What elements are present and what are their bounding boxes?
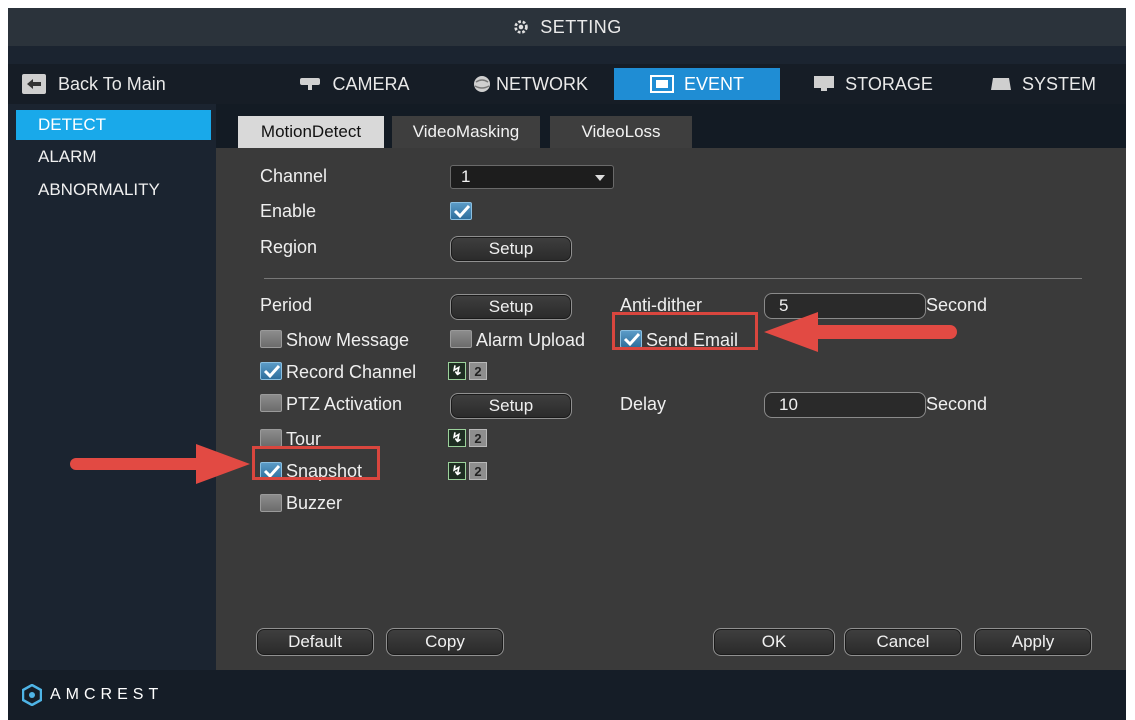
tour-checkbox[interactable] (260, 429, 282, 447)
record-channel-checkbox[interactable] (260, 362, 282, 380)
channel-2-symbol: 2 (474, 430, 482, 446)
tab-video-masking[interactable]: VideoMasking (392, 116, 540, 148)
record-channel-2-toggle[interactable]: 2 (469, 362, 487, 380)
ptz-setup-button[interactable]: Setup (450, 393, 572, 419)
gear-icon (514, 20, 528, 34)
delay-value: 10 (779, 395, 798, 414)
tab-label: EVENT (683, 73, 744, 94)
sidebar-item-label: ALARM (38, 147, 97, 166)
enable-label: Enable (260, 201, 317, 221)
checkmark-icon (453, 204, 471, 219)
channel-select[interactable]: 1 (450, 165, 614, 189)
button-label: OK (761, 632, 787, 651)
back-to-main-button[interactable]: Back To Main (22, 68, 166, 100)
channel-2-symbol: 2 (474, 463, 482, 479)
subtab-label: VideoLoss (581, 122, 661, 141)
globe-icon (472, 74, 492, 94)
monitor-icon (813, 75, 835, 93)
tab-camera[interactable]: CAMERA (270, 68, 440, 100)
tour-channel-2-toggle[interactable]: 2 (469, 429, 487, 447)
tab-motion-detect[interactable]: MotionDetect (238, 116, 384, 148)
enable-checkbox[interactable] (450, 202, 472, 220)
chevron-down-icon (595, 175, 605, 181)
default-button[interactable]: Default (256, 628, 374, 656)
cancel-button[interactable]: Cancel (844, 628, 962, 656)
sidebar-item-abnormality[interactable]: ABNORMALITY (16, 175, 211, 205)
channel-1-symbol: ↯ (451, 463, 463, 478)
tab-label: NETWORK (496, 73, 588, 94)
sidebar-item-alarm[interactable]: ALARM (16, 142, 211, 172)
brand-text: AMCREST (50, 686, 164, 703)
amcrest-logo: AMCREST (22, 684, 163, 706)
channel-2-symbol: 2 (474, 363, 482, 379)
tab-event[interactable]: EVENT (614, 68, 780, 100)
record-channel-label: Record Channel (286, 362, 417, 382)
delay-unit: Second (926, 394, 988, 414)
tab-video-loss[interactable]: VideoLoss (550, 116, 692, 148)
send-email-highlight (612, 312, 758, 350)
button-label: Default (288, 632, 342, 651)
settings-panel: MotionDetect VideoMasking VideoLoss Chan… (216, 104, 1126, 670)
back-arrow-icon (22, 74, 46, 94)
alarm-upload-label: Alarm Upload (476, 330, 586, 350)
sidebar-item-label: ABNORMALITY (38, 180, 160, 199)
button-label: Copy (425, 632, 465, 651)
tab-label: STORAGE (845, 73, 933, 94)
dvr-screen: SETTING Back To Main CAMERA NETWORK EVEN… (8, 8, 1126, 720)
ptz-activation-label: PTZ Activation (286, 394, 403, 414)
snapshot-channel-1-toggle[interactable]: ↯ (448, 462, 466, 480)
button-label: Cancel (876, 632, 930, 651)
show-message-label: Show Message (286, 330, 410, 350)
button-label: Setup (488, 297, 534, 316)
channel-1-symbol: ↯ (451, 430, 463, 445)
channel-value: 1 (461, 167, 471, 186)
tab-label: CAMERA (332, 73, 410, 94)
checkmark-icon (263, 364, 281, 379)
top-nav: Back To Main CAMERA NETWORK EVENT STORAG… (8, 64, 1126, 104)
buzzer-label: Buzzer (286, 493, 343, 513)
footer-bar: AMCREST (8, 670, 1126, 720)
delay-label: Delay (620, 394, 667, 414)
region-label: Region (260, 237, 318, 257)
copy-button[interactable]: Copy (386, 628, 504, 656)
event-icon (649, 75, 674, 93)
subtab-label: VideoMasking (412, 122, 520, 141)
buzzer-checkbox[interactable] (260, 494, 282, 512)
title-bar: SETTING (8, 8, 1126, 46)
tab-system[interactable]: SYSTEM (968, 68, 1118, 100)
system-icon (990, 75, 1012, 93)
apply-button[interactable]: Apply (974, 628, 1092, 656)
button-label: Apply (1011, 632, 1055, 651)
show-message-checkbox[interactable] (260, 330, 282, 348)
divider (264, 278, 1082, 279)
tab-storage[interactable]: STORAGE (788, 68, 958, 100)
subtab-label: MotionDetect (260, 122, 362, 141)
sidebar-item-detect[interactable]: DETECT (16, 110, 211, 140)
snapshot-highlight (252, 446, 380, 480)
camera-icon (300, 77, 322, 91)
send-email-arrow (764, 312, 957, 352)
ptz-activation-checkbox[interactable] (260, 394, 282, 412)
snapshot-arrow (70, 444, 250, 484)
button-label: Setup (488, 396, 534, 415)
snapshot-channel-2-toggle[interactable]: 2 (469, 462, 487, 480)
ok-button[interactable]: OK (713, 628, 835, 656)
delay-input[interactable]: 10 (764, 392, 926, 418)
channel-1-symbol: ↯ (451, 363, 463, 378)
period-setup-button[interactable]: Setup (450, 294, 572, 320)
button-label: Setup (488, 239, 534, 258)
alarm-upload-checkbox[interactable] (450, 330, 472, 348)
period-label: Period (260, 295, 313, 315)
tab-label: SYSTEM (1021, 73, 1096, 94)
channel-label: Channel (260, 166, 328, 186)
sidebar: DETECT ALARM ABNORMALITY (8, 104, 216, 670)
sidebar-item-label: DETECT (38, 115, 106, 134)
tab-network[interactable]: NETWORK (446, 68, 614, 100)
record-channel-1-toggle[interactable]: ↯ (448, 362, 466, 380)
amcrest-logo-icon (22, 684, 42, 706)
tour-channel-1-toggle[interactable]: ↯ (448, 429, 466, 447)
back-label: Back To Main (58, 73, 166, 94)
region-setup-button[interactable]: Setup (450, 236, 572, 262)
page-title: SETTING (540, 16, 622, 37)
